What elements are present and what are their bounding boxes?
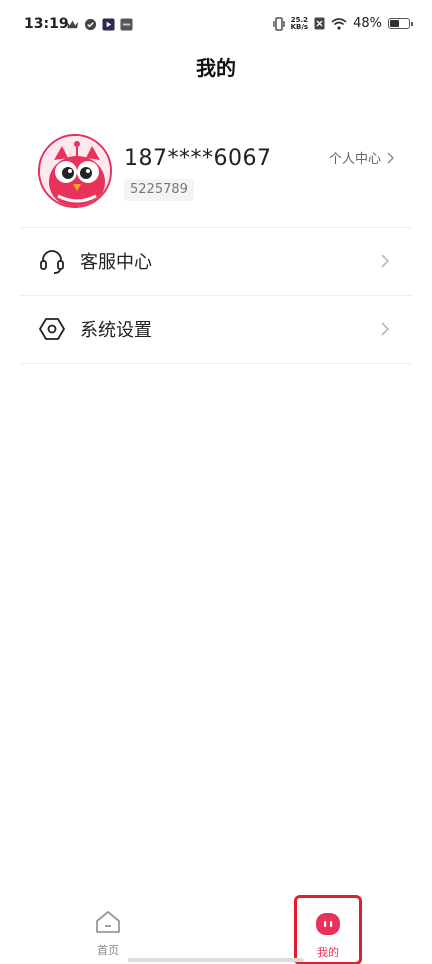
owl-mascot-icon bbox=[40, 136, 110, 206]
tab-bar: 首页 我的 bbox=[0, 895, 432, 964]
app-icon bbox=[120, 18, 133, 31]
page-title: 我的 bbox=[196, 56, 236, 80]
check-badge-icon bbox=[84, 18, 97, 31]
home-icon bbox=[96, 911, 120, 933]
sim-off-icon bbox=[314, 17, 325, 30]
battery-icon bbox=[388, 18, 413, 29]
chevron-right-icon bbox=[387, 152, 394, 163]
settings-hexagon-icon bbox=[38, 315, 66, 343]
personal-center-link[interactable]: 个人中心 bbox=[329, 148, 394, 167]
tab-home[interactable]: 首页 bbox=[68, 896, 148, 962]
headset-icon bbox=[38, 247, 66, 275]
speed-unit: KB/s bbox=[290, 22, 309, 31]
vibrate-icon bbox=[273, 16, 285, 31]
crown-icon bbox=[66, 20, 79, 29]
wifi-icon bbox=[331, 17, 347, 30]
tab-mine[interactable]: 我的 bbox=[294, 895, 362, 964]
chevron-right-icon bbox=[381, 254, 390, 268]
status-time: 13:19 bbox=[24, 16, 69, 32]
phone-number: 187****6067 bbox=[124, 146, 272, 171]
play-app-icon bbox=[102, 18, 115, 31]
menu-item-customer-service[interactable]: 客服中心 bbox=[20, 228, 412, 294]
home-indicator[interactable] bbox=[128, 958, 304, 962]
status-left-icons bbox=[66, 18, 133, 31]
personal-center-label: 个人中心 bbox=[328, 152, 381, 167]
network-speed: 25.2 KB/s bbox=[290, 16, 309, 31]
mine-icon bbox=[316, 913, 340, 935]
tab-home-label: 首页 bbox=[97, 944, 119, 957]
avatar[interactable] bbox=[38, 134, 112, 208]
profile-card[interactable]: 187****6067 5225789 个人中心 bbox=[20, 122, 412, 228]
battery-percent: 48% bbox=[353, 16, 382, 31]
menu-item-label: 系统设置 bbox=[80, 320, 152, 341]
menu-item-system-settings[interactable]: 系统设置 bbox=[20, 296, 412, 362]
divider bbox=[20, 363, 412, 364]
status-right: 25.2 KB/s 48% bbox=[273, 16, 413, 31]
status-bar: 13:19 25.2 KB/s 48% bbox=[0, 0, 432, 48]
menu-item-label: 客服中心 bbox=[80, 252, 152, 273]
tab-mine-label: 我的 bbox=[317, 946, 339, 959]
user-id-badge: 5225789 bbox=[124, 179, 194, 201]
chevron-right-icon bbox=[381, 322, 390, 336]
